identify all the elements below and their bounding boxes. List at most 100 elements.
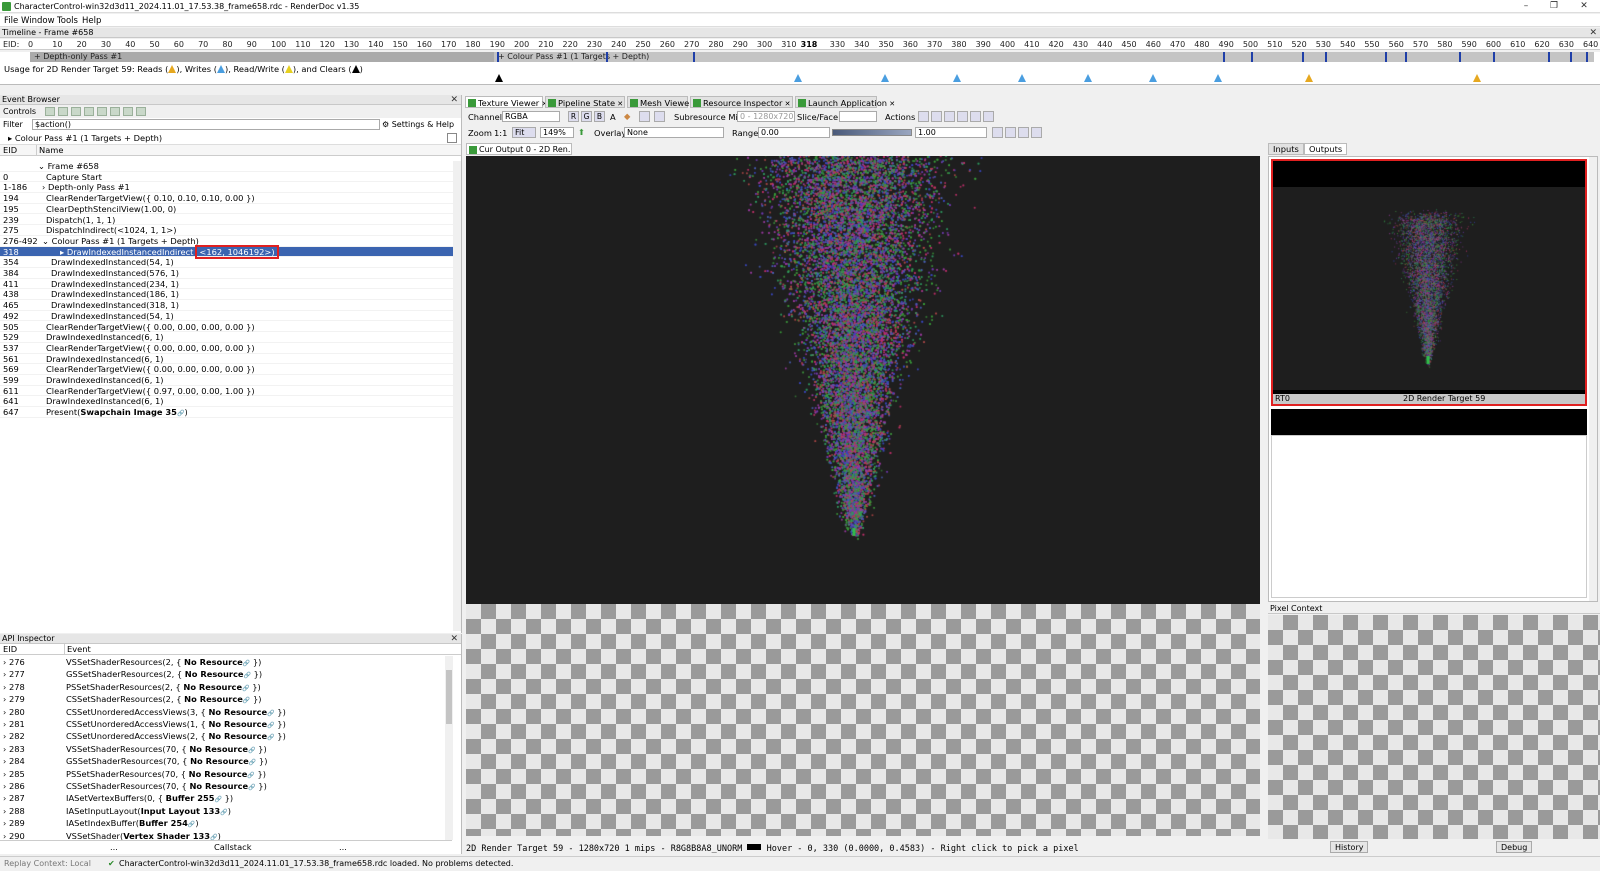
api-row[interactable]: › 276 VSSetShaderResources(2, { No Resour… xyxy=(0,656,446,668)
api-col-event[interactable]: Event xyxy=(64,644,91,655)
read-usage-marker[interactable] xyxy=(1473,74,1481,82)
channel-b-toggle[interactable]: B xyxy=(594,111,605,122)
timeline-colour-pass[interactable]: + Colour Pass #1 (1 Targets + Depth) xyxy=(494,52,1594,62)
event-marker[interactable] xyxy=(1586,52,1588,62)
tab-mesh-viewer[interactable]: Mesh Viewer ✕ xyxy=(627,96,701,108)
write-usage-marker[interactable] xyxy=(1084,74,1092,82)
range-max-input[interactable]: 1.00 xyxy=(915,127,987,138)
write-usage-marker[interactable] xyxy=(1214,74,1222,82)
pin-icon[interactable] xyxy=(970,111,981,122)
api-resource-link[interactable]: No Resource xyxy=(184,657,243,667)
api-resource-link[interactable]: No Resource xyxy=(189,744,248,754)
api-resource-link[interactable]: No Resource xyxy=(190,756,249,766)
tab-close-icon[interactable]: ✕ xyxy=(887,100,895,108)
event-row[interactable]: 239 Dispatch(1, 1, 1) xyxy=(0,215,453,226)
api-row[interactable]: › 290 VSSetShader(Vertex Shader 133🔗) xyxy=(0,830,446,840)
breadcrumb-edit-icon[interactable] xyxy=(447,133,457,143)
tab-close-icon[interactable]: ✕ xyxy=(782,100,791,108)
collapse-arrow-icon[interactable]: ⌄ xyxy=(42,236,52,246)
zoom-range-icon[interactable] xyxy=(992,127,1003,138)
zoom-1to1-button[interactable]: 1:1 xyxy=(494,127,507,140)
write-usage-marker[interactable] xyxy=(1149,74,1157,82)
event-marker[interactable] xyxy=(1405,52,1407,62)
link-icon[interactable]: 🔗 xyxy=(267,710,274,717)
goto-icon[interactable] xyxy=(83,107,94,116)
link-icon[interactable]: 🔗 xyxy=(244,672,251,679)
timeline-close-icon[interactable]: ✕ xyxy=(1589,28,1597,38)
tab-resource-inspector[interactable]: Resource Inspector ✕ xyxy=(690,96,793,108)
api-row[interactable]: › 288 IASetInputLayout(Input Layout 133🔗) xyxy=(0,805,446,817)
link-icon[interactable]: 🔗 xyxy=(215,796,222,803)
cur-output-tab[interactable]: Cur Output 0 - 2D Ren... xyxy=(466,143,572,155)
collapse-arrow-icon[interactable]: ⌄ xyxy=(38,161,48,171)
event-marker[interactable] xyxy=(1570,52,1572,62)
api-row[interactable]: › 284 GSSetShaderResources(70, { No Resou… xyxy=(0,755,446,767)
bookmark-icon[interactable] xyxy=(96,107,107,116)
link-icon[interactable]: 🔗 xyxy=(267,734,274,741)
export-icon[interactable] xyxy=(122,107,133,116)
event-row[interactable]: 318 ▸ DrawIndexedInstancedIndirect <162, 1… xyxy=(0,244,453,259)
event-marker[interactable] xyxy=(606,52,608,62)
swapchain-resource-link[interactable]: Swapchain Image 35 xyxy=(80,407,177,417)
close-window-button[interactable]: ✕ xyxy=(1578,1,1590,12)
event-list[interactable]: ⌄ Frame #658 0 Capture Start 1-186 › Depth-o… xyxy=(0,161,453,631)
write-usage-marker[interactable] xyxy=(881,74,889,82)
api-resource-link[interactable]: No Resource xyxy=(183,682,242,692)
api-row[interactable]: › 286 CSSetShaderResources(70, { No Resou… xyxy=(0,780,446,792)
channel-a-toggle[interactable]: A xyxy=(610,111,616,124)
zoom-up-icon[interactable]: ⬆ xyxy=(578,126,585,139)
write-usage-marker[interactable] xyxy=(794,74,802,82)
api-resource-link[interactable]: No Resource xyxy=(185,669,244,679)
event-row[interactable]: 354 DrawIndexedInstanced(54, 1) xyxy=(0,257,453,268)
timeline-depth-pass[interactable]: + Depth-only Pass #1 xyxy=(30,52,494,62)
api-resource-link[interactable]: No Resource xyxy=(184,694,243,704)
event-row[interactable]: 438 DrawIndexedInstanced(186, 1) xyxy=(0,289,453,301)
filter-input[interactable]: $action() xyxy=(32,119,380,130)
maximize-button[interactable]: ❐ xyxy=(1548,1,1560,12)
api-row[interactable]: › 283 VSSetShaderResources(70, { No Resou… xyxy=(0,743,446,755)
api-scroll-thumb[interactable] xyxy=(446,670,452,724)
settings-icon[interactable] xyxy=(983,111,994,122)
link-icon[interactable]: 🔗 xyxy=(220,809,227,816)
viewport-hscrollbar[interactable] xyxy=(466,836,1260,844)
event-row[interactable]: 275 DispatchIndirect(<1024, 1, 1>) xyxy=(0,225,453,236)
event-row[interactable]: 195 ClearDepthStencilView(1.00, 0) xyxy=(0,204,453,215)
link-icon[interactable]: 🔗 xyxy=(247,772,254,779)
flip-icon[interactable] xyxy=(957,111,968,122)
write-usage-marker[interactable] xyxy=(1018,74,1026,82)
event-marker[interactable] xyxy=(1223,52,1225,62)
api-row[interactable]: › 280 CSSetUnorderedAccessViews(3, { No R… xyxy=(0,706,446,718)
texture-viewport[interactable] xyxy=(466,156,1260,604)
slice-select[interactable] xyxy=(839,111,877,122)
overlay-select[interactable]: None xyxy=(624,127,724,138)
event-row[interactable]: 411 DrawIndexedInstanced(234, 1) xyxy=(0,279,453,290)
pixel-context-view[interactable] xyxy=(1268,615,1600,839)
read-usage-marker[interactable] xyxy=(1305,74,1313,82)
event-row[interactable]: 641 DrawIndexedInstanced(6, 1) xyxy=(0,396,453,408)
event-marker[interactable] xyxy=(1385,52,1387,62)
fit-button[interactable]: Fit xyxy=(512,127,536,138)
zoom-select[interactable]: 149% xyxy=(540,127,574,138)
event-row[interactable]: 384 DrawIndexedInstanced(576, 1) xyxy=(0,268,453,279)
channels-select[interactable]: RGBA xyxy=(502,111,560,122)
histogram-icon[interactable] xyxy=(1031,127,1042,138)
menu-file[interactable]: File xyxy=(4,16,18,26)
timeline-ruler[interactable]: EID: 0 10 20 30 40 50 60 70 80 90 100 110 120 130 140 1… xyxy=(0,39,1600,50)
settings-help-button[interactable]: ⚙ Settings & Help xyxy=(382,118,454,131)
event-row[interactable]: 569 ClearRenderTargetView({ 0.00, 0.00, 0… xyxy=(0,364,453,375)
col-eid-header[interactable]: EID xyxy=(3,145,17,156)
api-resource-link[interactable]: No Resource xyxy=(208,719,267,729)
api-row[interactable]: › 282 CSSetUnorderedAccessViews(2, { No R… xyxy=(0,730,446,742)
clear-usage-marker[interactable] xyxy=(495,74,503,82)
api-resource-link[interactable]: Vertex Shader 133 xyxy=(123,831,210,840)
range-min-input[interactable]: 0.00 xyxy=(758,127,830,138)
inputs-tab[interactable]: Inputs xyxy=(1268,143,1304,155)
menu-window[interactable]: Window xyxy=(21,16,55,26)
viewport-scrollbar[interactable] xyxy=(1260,156,1268,836)
menu-tools[interactable]: Tools xyxy=(57,16,78,26)
save-texture-icon[interactable] xyxy=(918,111,929,122)
outputs-tab[interactable]: Outputs xyxy=(1304,143,1348,155)
link-icon[interactable]: 🔗 xyxy=(248,747,255,754)
api-row[interactable]: › 278 PSSetShaderResources(2, { No Resour… xyxy=(0,681,446,693)
api-resource-link[interactable]: No Resource xyxy=(189,781,248,791)
